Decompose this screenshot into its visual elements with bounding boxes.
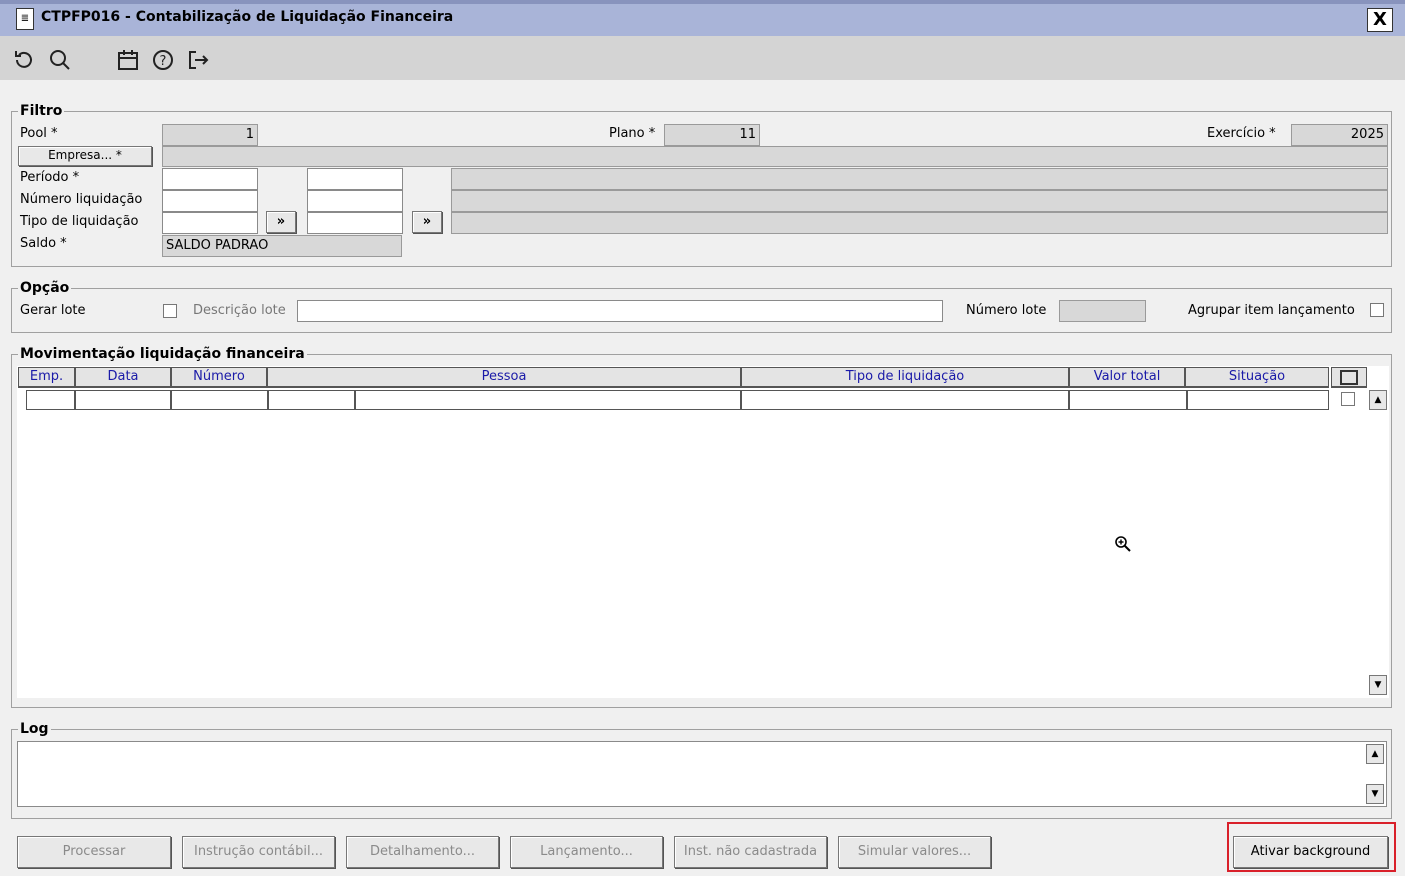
numero-lote-field[interactable] (1059, 300, 1146, 322)
gerar-lote-checkbox[interactable] (163, 304, 177, 318)
agrupar-checkbox[interactable] (1370, 303, 1384, 317)
periodo-label: Período * (20, 170, 80, 185)
cell-tipo-liquidacao[interactable] (741, 390, 1069, 410)
ativar-background-button[interactable]: Ativar background (1233, 836, 1388, 868)
pool-field[interactable]: 1 (162, 124, 258, 146)
tipo-liquidacao-label: Tipo de liquidação (20, 214, 139, 229)
window-title: CTPFP016 - Contabilização de Liquidação … (41, 9, 454, 25)
processar-button[interactable]: Processar (17, 836, 171, 868)
numero-liquidacao-description (451, 190, 1388, 212)
exit-icon[interactable] (186, 48, 210, 72)
grid-scroll-up-button[interactable]: ▲ (1369, 390, 1387, 410)
periodo-end-field[interactable] (307, 168, 403, 190)
column-header-emp[interactable]: Emp. (18, 367, 75, 388)
inst-nao-cadastrada-button[interactable]: Inst. não cadastrada (674, 836, 827, 868)
cell-valor-total[interactable] (1069, 390, 1187, 410)
tipo-liquidacao-start-lookup-button[interactable]: » (266, 211, 296, 233)
lancamento-button[interactable]: Lançamento... (510, 836, 663, 868)
numero-lote-label: Número lote (966, 303, 1047, 318)
empresa-button[interactable]: Empresa... * (18, 146, 152, 166)
column-header-valor-total[interactable]: Valor total (1069, 367, 1185, 388)
column-header-numero[interactable]: Número (171, 367, 267, 388)
plano-label: Plano * (609, 126, 656, 141)
column-header-situacao[interactable]: Situação (1185, 367, 1329, 388)
detalhamento-button[interactable]: Detalhamento... (346, 836, 499, 868)
cell-emp[interactable] (26, 390, 75, 410)
select-all-icon (1340, 370, 1358, 385)
descricao-lote-field[interactable] (297, 300, 943, 322)
tipo-liquidacao-end-lookup-button[interactable]: » (412, 211, 442, 233)
saldo-field[interactable]: SALDO PADRAO (162, 235, 402, 257)
simular-valores-button[interactable]: Simular valores... (838, 836, 991, 868)
periodo-description (451, 168, 1388, 190)
movimentacao-legend: Movimentação liquidação financeira (20, 346, 305, 362)
refresh-icon[interactable] (12, 48, 36, 72)
instrucao-contabil-button[interactable]: Instrução contábil... (182, 836, 335, 868)
tipo-liquidacao-description (451, 212, 1388, 234)
agrupar-label: Agrupar item lançamento (1188, 303, 1355, 318)
close-button[interactable]: X (1367, 8, 1393, 32)
cell-data[interactable] (75, 390, 171, 410)
search-icon[interactable] (48, 48, 72, 72)
movimentacao-grid (17, 366, 1389, 698)
calendar-icon[interactable] (116, 48, 140, 72)
descricao-lote-label: Descrição lote (193, 303, 286, 318)
log-legend: Log (20, 721, 49, 737)
tipo-liquidacao-start-field[interactable] (162, 212, 258, 234)
cell-pessoa[interactable] (355, 390, 741, 410)
select-all-header[interactable] (1331, 367, 1367, 388)
filtro-legend: Filtro (20, 103, 63, 119)
log-scroll-up-button[interactable]: ▲ (1366, 744, 1384, 764)
numero-liquidacao-end-field[interactable] (307, 190, 403, 212)
saldo-label: Saldo * (20, 236, 67, 251)
cell-numero-extra[interactable] (268, 390, 355, 410)
column-header-tipo-liquidacao[interactable]: Tipo de liquidação (741, 367, 1069, 388)
gerar-lote-label: Gerar lote (20, 303, 86, 318)
zoom-cursor-icon (1114, 535, 1132, 553)
numero-liquidacao-start-field[interactable] (162, 190, 258, 212)
opcao-legend: Opção (20, 280, 70, 296)
exercicio-field[interactable]: 2025 (1291, 124, 1388, 146)
numero-liquidacao-label: Número liquidação (20, 192, 143, 207)
plano-field[interactable]: 11 (664, 124, 760, 146)
cell-situacao[interactable] (1187, 390, 1329, 410)
grid-scroll-down-button[interactable]: ▼ (1369, 675, 1387, 695)
tipo-liquidacao-end-field[interactable] (307, 212, 403, 234)
periodo-start-field[interactable] (162, 168, 258, 190)
document-icon: ≣ (16, 8, 34, 30)
column-header-pessoa[interactable]: Pessoa (267, 367, 741, 388)
empresa-description (162, 146, 1388, 167)
exercicio-label: Exercício * (1207, 126, 1276, 141)
cell-numero[interactable] (171, 390, 268, 410)
svg-text:?: ? (160, 54, 167, 69)
log-textarea[interactable] (17, 741, 1387, 807)
log-scroll-down-button[interactable]: ▼ (1366, 784, 1384, 804)
column-header-data[interactable]: Data (75, 367, 171, 388)
help-icon[interactable]: ? (151, 48, 175, 72)
pool-label: Pool * (20, 126, 58, 141)
row-select-checkbox[interactable] (1341, 392, 1355, 406)
toolbar (0, 36, 1405, 80)
